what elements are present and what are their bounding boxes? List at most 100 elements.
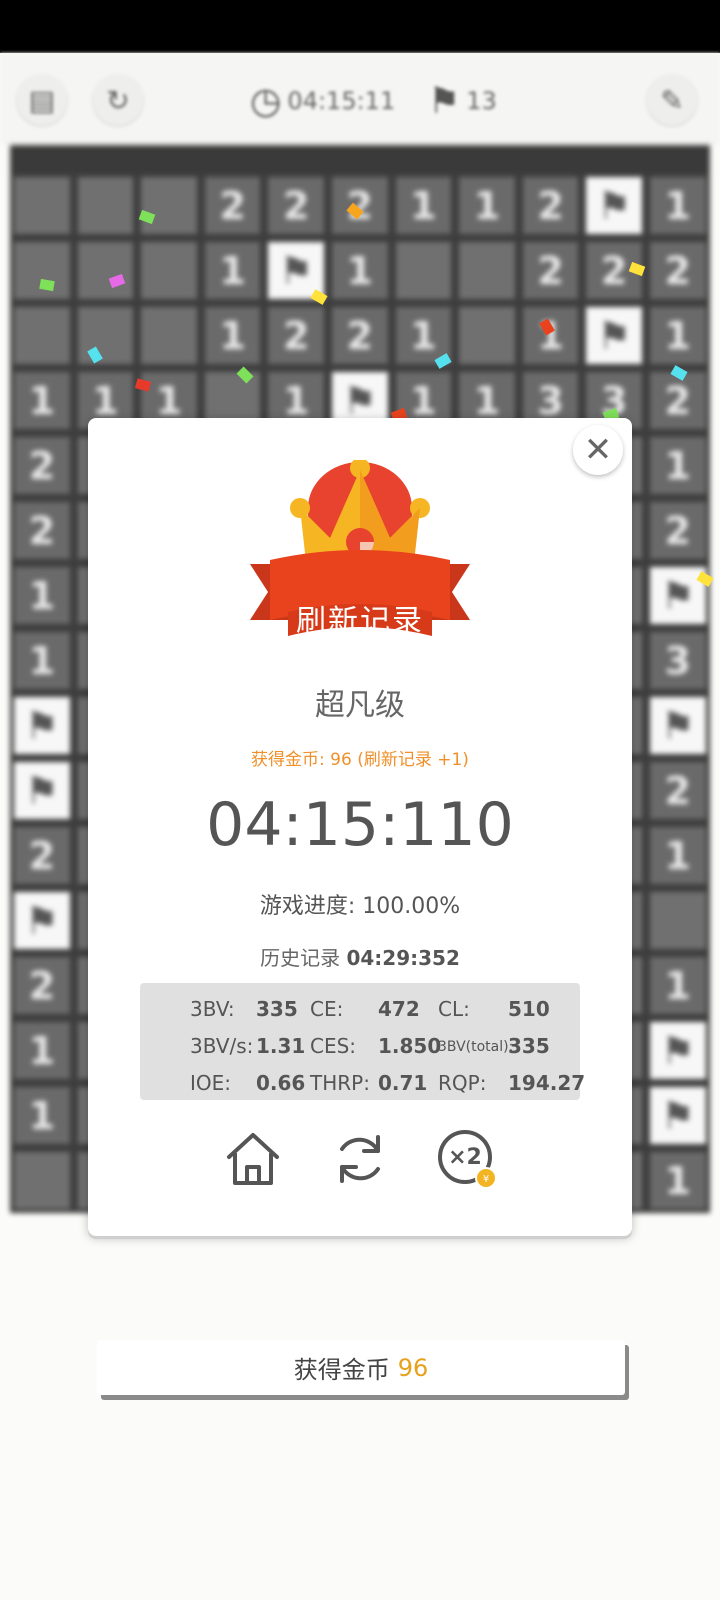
board-cell[interactable] bbox=[14, 242, 70, 299]
timer-display: ◷ 04:15:11 bbox=[250, 79, 395, 123]
stat-label: CE: bbox=[310, 997, 344, 1021]
board-cell[interactable]: 2 bbox=[522, 177, 579, 234]
history-record: 历史记录 04:29:352 bbox=[88, 942, 632, 971]
stats-panel: 3BV: 335 CE: 472 CL: 510 3BV/s: 1.31 CES… bbox=[140, 983, 585, 1100]
flag-counter: ⚑ 13 bbox=[428, 79, 497, 123]
board-cell[interactable] bbox=[77, 242, 134, 299]
flag-cell[interactable]: ⚑ bbox=[14, 892, 70, 949]
board-cell[interactable]: 1 bbox=[649, 437, 706, 494]
board-cell[interactable]: 1 bbox=[204, 307, 261, 364]
board-cell[interactable] bbox=[649, 892, 706, 949]
board-cell[interactable] bbox=[395, 242, 452, 299]
board-cell[interactable]: 2 bbox=[14, 957, 70, 1014]
stat-label: IOE: bbox=[190, 1071, 232, 1095]
board-cell[interactable]: 3 bbox=[649, 632, 706, 689]
board-cell[interactable]: 2 bbox=[14, 437, 70, 494]
status-bar bbox=[0, 0, 720, 53]
board-cell[interactable] bbox=[14, 1152, 70, 1209]
board-cell[interactable]: 1 bbox=[649, 307, 706, 364]
board-cell[interactable] bbox=[459, 307, 515, 364]
restart-button[interactable]: ↻ bbox=[93, 75, 143, 125]
refresh-icon: ↻ bbox=[106, 83, 130, 117]
board-cell[interactable]: 2 bbox=[204, 177, 261, 234]
board-cell[interactable]: 1 bbox=[204, 242, 261, 299]
board-cell[interactable]: 2 bbox=[14, 827, 70, 884]
flag-cell[interactable]: ⚑ bbox=[649, 567, 706, 624]
board-cell[interactable]: 2 bbox=[649, 762, 706, 819]
board-cell[interactable] bbox=[459, 242, 515, 299]
board-cell[interactable]: 1 bbox=[395, 177, 452, 234]
coins-value: 96 bbox=[397, 1353, 429, 1382]
board-cell[interactable]: 1 bbox=[649, 827, 706, 884]
home-icon bbox=[227, 1133, 279, 1185]
svg-text:¥: ¥ bbox=[483, 1174, 489, 1185]
board-cell[interactable]: 2 bbox=[268, 177, 324, 234]
board-cell[interactable]: 1 bbox=[459, 177, 515, 234]
flag-cell[interactable]: ⚑ bbox=[14, 762, 70, 819]
board-cell[interactable] bbox=[77, 177, 134, 234]
history-label: 历史记录 bbox=[260, 946, 341, 970]
board-cell[interactable]: 1 bbox=[14, 1087, 70, 1144]
board-cell[interactable] bbox=[141, 242, 197, 299]
board-cell[interactable]: 1 bbox=[522, 307, 579, 364]
flag-cell[interactable]: ⚑ bbox=[586, 307, 642, 364]
close-button[interactable]: ✕ bbox=[573, 425, 623, 475]
stat-label: 3BV(total): bbox=[438, 1039, 514, 1055]
stat-label: THRP: bbox=[310, 1071, 370, 1095]
game-progress: 游戏进度: 100.00% bbox=[88, 888, 632, 920]
finish-time: 04:15:110 bbox=[206, 790, 514, 860]
banner-title: 刷新记录 bbox=[296, 604, 424, 639]
board-cell[interactable]: 2 bbox=[649, 372, 706, 429]
stat-value: 510 bbox=[508, 997, 550, 1021]
menu-button[interactable]: ▤ bbox=[17, 75, 67, 125]
board-cell[interactable]: 1 bbox=[14, 1022, 70, 1079]
history-value: 04:29:352 bbox=[346, 946, 460, 970]
stats-row-1: 3BV: 335 CE: 472 CL: 510 bbox=[140, 997, 580, 1027]
board-cell[interactable]: 1 bbox=[649, 1152, 706, 1209]
coins-label: 获得金币 bbox=[293, 1356, 390, 1384]
coins-collect-button[interactable]: 获得金币 96 bbox=[97, 1340, 625, 1395]
board-cell[interactable] bbox=[77, 307, 134, 364]
stat-label: RQP: bbox=[438, 1071, 487, 1095]
stat-label: CES: bbox=[310, 1034, 357, 1058]
board-cell[interactable]: 1 bbox=[649, 957, 706, 1014]
stat-value: 194.27 bbox=[508, 1071, 586, 1095]
board-cell[interactable]: 2 bbox=[649, 242, 706, 299]
document-icon: ▤ bbox=[28, 83, 56, 117]
refresh-icon bbox=[340, 1135, 380, 1183]
board-cell[interactable]: 1 bbox=[14, 632, 70, 689]
double-coins-button[interactable]: ¥ ×2 bbox=[436, 1128, 498, 1190]
settings-button[interactable]: ✎ bbox=[647, 75, 697, 125]
flag-cell[interactable]: ⚑ bbox=[14, 697, 70, 754]
timer-value: 04:15:11 bbox=[287, 87, 396, 115]
board-cell[interactable]: 2 bbox=[268, 307, 324, 364]
flag-cell[interactable]: ⚑ bbox=[649, 1022, 706, 1079]
board-cell[interactable] bbox=[14, 307, 70, 364]
board-cell[interactable] bbox=[141, 307, 197, 364]
board-cell[interactable] bbox=[141, 177, 197, 234]
board-cell[interactable]: 2 bbox=[14, 502, 70, 559]
stats-row-2: 3BV/s: 1.31 CES: 1.850 3BV(total): 335 bbox=[140, 1034, 580, 1064]
board-cell[interactable]: 2 bbox=[649, 502, 706, 559]
board-cell[interactable]: 1 bbox=[649, 177, 706, 234]
stat-value: 1.31 bbox=[256, 1034, 306, 1058]
board-cell[interactable]: 2 bbox=[331, 177, 388, 234]
board-cell[interactable]: 1 bbox=[14, 567, 70, 624]
flag-icon: ⚑ bbox=[428, 80, 461, 122]
board-cell[interactable]: 1 bbox=[14, 372, 70, 429]
coins-earned-text: 获得金币: 96 (刷新记录 +1) bbox=[251, 750, 469, 770]
flag-cell[interactable]: ⚑ bbox=[649, 1087, 706, 1144]
flag-cell[interactable]: ⚑ bbox=[649, 697, 706, 754]
board-cell[interactable]: 2 bbox=[522, 242, 579, 299]
replay-button[interactable] bbox=[329, 1128, 391, 1190]
progress-value: 100.00% bbox=[362, 894, 461, 919]
progress-label: 游戏进度: bbox=[259, 894, 356, 919]
home-button[interactable] bbox=[222, 1128, 284, 1190]
board-cell[interactable]: 2 bbox=[331, 307, 388, 364]
rank-title: 超凡级 bbox=[315, 688, 405, 723]
board-cell[interactable]: 1 bbox=[331, 242, 388, 299]
flag-cell[interactable]: ⚑ bbox=[586, 177, 642, 234]
clock-icon: ◷ bbox=[250, 80, 282, 122]
stat-value: 472 bbox=[378, 997, 420, 1021]
board-cell[interactable] bbox=[14, 177, 70, 234]
